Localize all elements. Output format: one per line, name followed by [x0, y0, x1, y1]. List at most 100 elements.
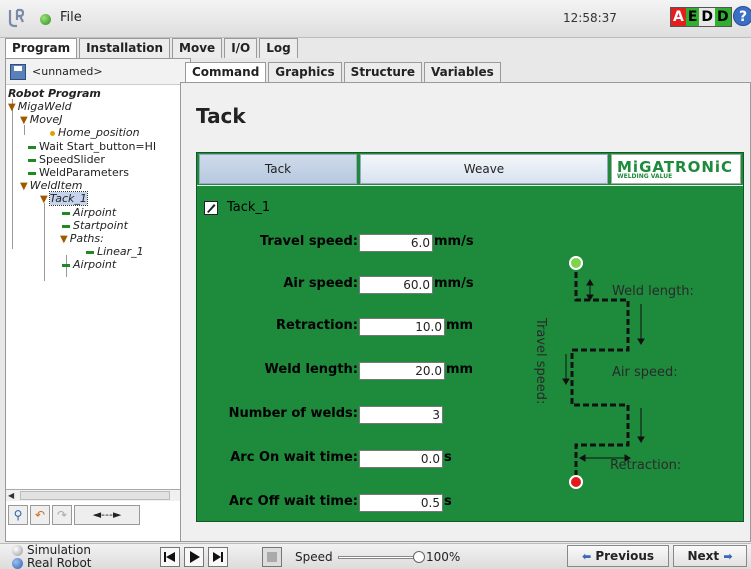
ur-logo-icon [8, 8, 25, 28]
tab-io[interactable]: I/O [224, 38, 258, 58]
expand-triangle-icon[interactable]: ▼ [40, 194, 48, 205]
tree-root[interactable]: Robot Program [8, 87, 101, 100]
play-icon [190, 551, 200, 563]
speed-label: Speed [295, 550, 333, 564]
travel-speed-input[interactable]: 6.0 [359, 234, 433, 252]
arrow-left-icon: ⬅ [581, 550, 592, 563]
command-icon [62, 224, 70, 228]
arc-off-wait-label: Arc Off wait time: [228, 494, 358, 509]
command-icon [28, 171, 36, 175]
air-speed-unit: mm/s [434, 276, 474, 291]
help-icon[interactable]: ? [733, 6, 751, 26]
tab-program[interactable]: Program [5, 38, 78, 58]
redo-icon[interactable]: ↷ [52, 505, 72, 525]
stop-icon [267, 552, 277, 562]
tree-item-tack-1[interactable]: ▼ Tack_1 [40, 191, 88, 206]
aedd-status: A E D D [670, 7, 732, 27]
weld-length-input[interactable]: 20.0 [359, 362, 445, 380]
expand-triangle-icon[interactable]: ▼ [60, 234, 68, 245]
real-robot-label[interactable]: Real Robot [27, 556, 92, 569]
arc-off-wait-unit: s [444, 494, 452, 509]
arc-on-wait-unit: s [444, 450, 452, 465]
expand-triangle-icon[interactable]: ▼ [8, 102, 16, 113]
aedd-a: A [671, 8, 686, 26]
tree-item-weldparameters[interactable]: WeldParameters [28, 166, 129, 179]
tree-item-linear-1[interactable]: Linear_1 [86, 245, 144, 258]
tab-structure[interactable]: Structure [343, 62, 422, 82]
diagram-air-speed-label: Air speed: [612, 365, 678, 380]
tree-item-airpoint-2[interactable]: Airpoint [62, 258, 116, 271]
pencil-icon[interactable] [204, 201, 218, 215]
expand-triangle-icon[interactable]: ▼ [20, 181, 28, 192]
tree-item-speedslider[interactable]: SpeedSlider [28, 153, 105, 166]
tree-item-startpoint[interactable]: Startpoint [62, 219, 128, 232]
air-speed-label: Air speed: [283, 276, 358, 291]
arc-off-wait-input[interactable]: 0.5 [359, 494, 443, 512]
search-icon[interactable]: ⚲ [8, 505, 28, 525]
arc-on-wait-input[interactable]: 0.0 [359, 450, 443, 468]
speed-slider-thumb[interactable] [413, 551, 425, 563]
command-icon [28, 158, 36, 162]
program-name: <unnamed> [32, 65, 103, 78]
tab-command[interactable]: Command [185, 62, 267, 82]
diagram-retraction-label: Retraction: [610, 458, 682, 473]
number-of-welds-label: Number of welds: [228, 406, 358, 421]
play-button[interactable] [184, 547, 204, 567]
main-tabs: Program Installation Move I/O Log [5, 38, 300, 58]
command-icon [86, 250, 94, 254]
move-tree-button[interactable]: ◄---► [74, 505, 140, 525]
previous-button[interactable]: ⬅ Previous [567, 545, 669, 567]
speed-value: 100% [426, 550, 461, 564]
step-button[interactable] [208, 547, 228, 567]
travel-speed-unit: mm/s [434, 234, 474, 249]
rewind-button[interactable] [160, 547, 180, 567]
tab-installation[interactable]: Installation [79, 38, 171, 58]
command-icon [62, 263, 70, 267]
expand-triangle-icon[interactable]: ▼ [20, 115, 28, 126]
retraction-input[interactable]: 10.0 [359, 318, 445, 336]
tree-item-migaweld[interactable]: ▼ MigaWeld [8, 100, 72, 114]
stop-button[interactable] [262, 547, 282, 567]
simulation-label[interactable]: Simulation [27, 543, 91, 557]
start-point-icon [569, 256, 583, 270]
retraction-label: Retraction: [276, 318, 358, 333]
tree-item-welditem[interactable]: ▼ WeldItem [20, 179, 82, 193]
air-speed-input[interactable]: 60.0 [359, 276, 433, 294]
waypoint-icon [50, 130, 55, 136]
tab-variables[interactable]: Variables [423, 62, 501, 82]
file-menu[interactable]: File [60, 10, 82, 25]
arc-on-wait-label: Arc On wait time: [230, 450, 358, 465]
save-icon[interactable] [10, 64, 26, 80]
command-icon [28, 145, 36, 149]
tree-item-home-position[interactable]: Home_position [50, 126, 140, 139]
brand-tagline: WELDING VALUE [617, 173, 673, 180]
program-tree-panel: <unnamed> Robot Program ▼ MigaWeld ▼ MoveJ… [5, 58, 191, 542]
arrow-right-icon: ➡ [723, 550, 733, 563]
simulation-radio[interactable] [12, 545, 23, 556]
migatronic-logo: MiGATRONiC WELDING VALUE [611, 154, 741, 184]
tab-move[interactable]: Move [172, 38, 223, 58]
tree-item-paths[interactable]: ▼ Paths: [60, 232, 104, 246]
tab-graphics[interactable]: Graphics [268, 62, 342, 82]
travel-speed-label: Travel speed: [259, 234, 358, 249]
tree-item-airpoint[interactable]: Airpoint [62, 206, 116, 219]
file-status-icon[interactable] [40, 14, 51, 25]
undo-icon[interactable]: ↶ [30, 505, 50, 525]
end-point-icon [569, 475, 583, 489]
tree-horizontal-scrollbar[interactable]: ◀ ▶ [6, 489, 190, 501]
previous-label: Previous [595, 549, 655, 563]
diagram-weld-length-label: Weld length: [612, 284, 694, 299]
tab-log[interactable]: Log [259, 38, 298, 58]
scroll-thumb[interactable] [20, 491, 170, 500]
tree-item-wait[interactable]: Wait Start_button=HI [28, 140, 156, 153]
next-button[interactable]: Next ➡ [673, 545, 747, 567]
panel-tab-weave[interactable]: Weave [360, 154, 608, 184]
tree-item-movej[interactable]: ▼ MoveJ [20, 113, 62, 127]
speed-slider[interactable] [338, 556, 418, 559]
real-robot-radio[interactable] [12, 558, 23, 569]
scroll-left-icon[interactable]: ◀ [8, 491, 14, 500]
panel-tab-tack[interactable]: Tack [199, 154, 357, 184]
diagram-travel-speed-label: Travel speed: [533, 318, 548, 405]
number-of-welds-input[interactable]: 3 [359, 406, 443, 424]
retraction-unit: mm [446, 318, 474, 333]
